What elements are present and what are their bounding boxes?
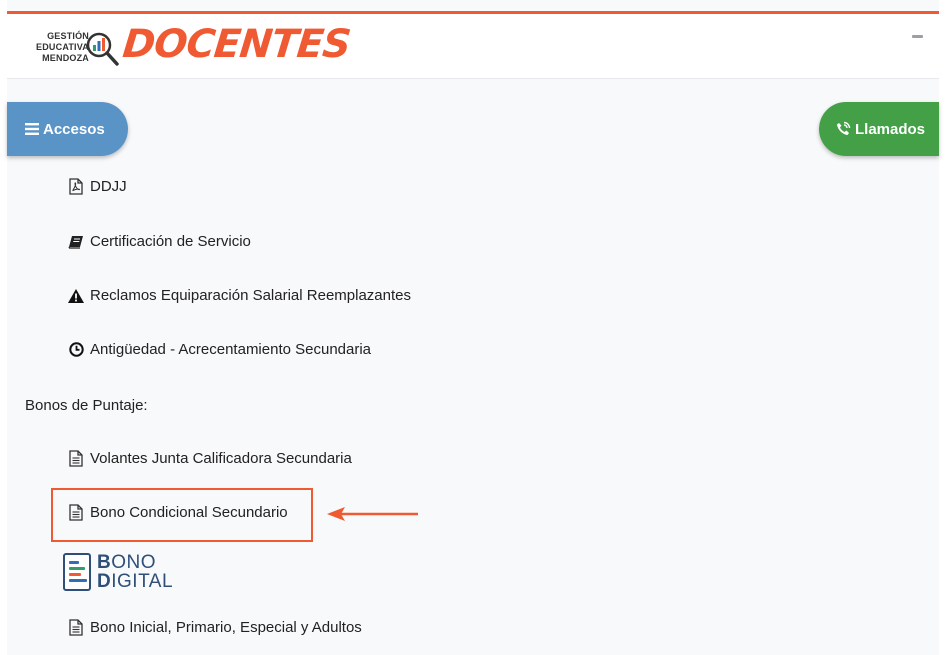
book-icon [67, 235, 85, 249]
section-title-bonos: Bonos de Puntaje: [25, 397, 148, 414]
accesos-label: Accesos [43, 120, 105, 138]
link-reclamos[interactable]: Reclamos Equiparación Salarial Reemplaza… [67, 287, 411, 304]
item-label: DDJJ [90, 178, 127, 195]
accesos-button[interactable]: Accesos [7, 102, 128, 156]
item-label: Bono Condicional Secundario [90, 504, 288, 521]
pointer-arrow-icon [327, 507, 418, 521]
menu-icon [25, 123, 39, 135]
item-label: Antigüedad - Acrecentamiento Secundaria [90, 341, 372, 358]
link-volantes[interactable]: Volantes Junta Calificadora Secundaria [67, 450, 352, 467]
bono-digital-logo[interactable]: BONO DIGITAL [63, 553, 173, 591]
minimize-icon[interactable] [912, 35, 923, 38]
item-label: Certificación de Servicio [90, 233, 251, 250]
header: GESTIÓN EDUCATIVA MENDOZA DOCENTES [7, 14, 939, 79]
bono-digital-text: BONO DIGITAL [97, 552, 174, 592]
document-icon [67, 619, 85, 636]
link-bono-condicional[interactable]: Bono Condicional Secundario [67, 504, 288, 521]
link-antiguedad[interactable]: Antigüedad - Acrecentamiento Secundaria [67, 341, 371, 358]
magnifier-chart-icon [86, 32, 119, 66]
link-certificacion[interactable]: Certificación de Servicio [67, 233, 251, 250]
item-label: Volantes Junta Calificadora Secundaria [90, 450, 352, 467]
link-ddjj[interactable]: DDJJ [67, 178, 127, 195]
brand-line-3: MENDOZA [42, 53, 89, 63]
link-bono-inicial[interactable]: Bono Inicial, Primario, Especial y Adult… [67, 619, 362, 636]
brand-line-1: GESTIÓN [47, 31, 89, 41]
bono-digital-icon [63, 553, 91, 591]
item-label: Bono Inicial, Primario, Especial y Adult… [90, 619, 362, 636]
document-icon [67, 504, 85, 521]
warning-icon [67, 288, 85, 304]
pdf-file-icon [67, 178, 85, 195]
item-label: Reclamos Equiparación Salarial Reemplaza… [90, 287, 411, 304]
brand-line-2: EDUCATIVA [36, 42, 89, 52]
phone-icon [835, 121, 851, 137]
document-icon [67, 450, 85, 467]
llamados-button[interactable]: Llamados [819, 102, 939, 156]
brand-subtitle: GESTIÓN EDUCATIVA MENDOZA [19, 31, 89, 64]
brand-title: DOCENTES [120, 22, 353, 67]
clock-icon [67, 342, 85, 357]
llamados-label: Llamados [855, 120, 926, 138]
